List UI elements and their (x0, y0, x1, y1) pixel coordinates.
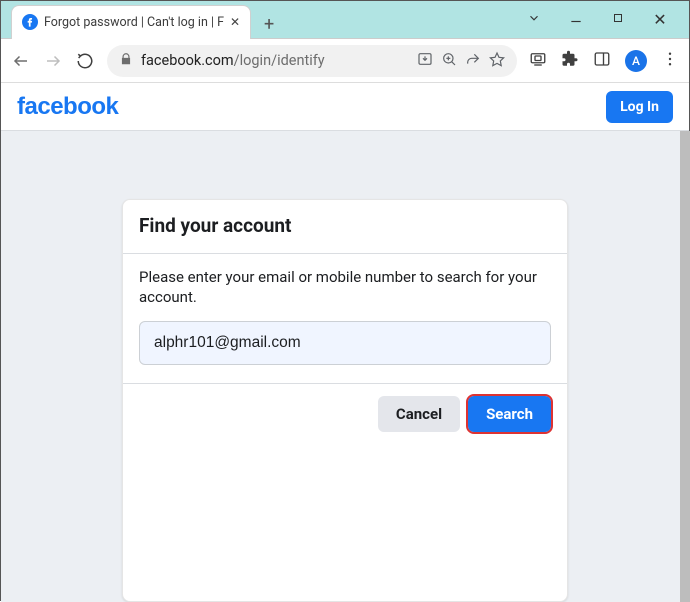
facebook-favicon-icon (22, 14, 38, 30)
tab-title: Forgot password | Can't log in | F (44, 15, 224, 30)
minimize-icon[interactable] (561, 11, 591, 29)
sidepanel-icon[interactable] (593, 50, 611, 72)
lock-icon (119, 52, 133, 70)
maximize-icon[interactable] (603, 12, 633, 28)
new-tab-button[interactable]: + (255, 11, 283, 39)
toolbar-right-icons: A (529, 50, 679, 72)
reload-icon[interactable] (75, 52, 95, 70)
forward-icon[interactable] (43, 52, 63, 70)
card-body: Please enter your email or mobile number… (123, 254, 567, 383)
card-footer: Cancel Search (123, 383, 567, 448)
cast-icon[interactable] (529, 50, 547, 72)
star-icon[interactable] (489, 51, 505, 71)
cancel-button[interactable]: Cancel (378, 396, 460, 432)
card-title: Find your account (123, 200, 567, 254)
find-account-card: Find your account Please enter your emai… (122, 199, 568, 602)
browser-toolbar: facebook.com/login/identify A (1, 39, 689, 83)
window-controls: ✕ (519, 10, 683, 29)
login-button[interactable]: Log In (606, 91, 673, 123)
search-button[interactable]: Search (468, 396, 551, 432)
kebab-menu-icon[interactable] (661, 50, 679, 72)
facebook-header: facebook Log In (1, 83, 689, 131)
url-host: facebook.com (141, 52, 234, 69)
close-window-icon[interactable]: ✕ (645, 10, 675, 29)
url-text: facebook.com/login/identify (141, 52, 409, 69)
zoom-icon[interactable] (441, 51, 457, 71)
close-tab-icon[interactable]: ✕ (230, 15, 240, 29)
back-icon[interactable] (11, 52, 31, 70)
url-path: /login/identify (234, 52, 325, 69)
facebook-logo[interactable]: facebook (17, 93, 118, 121)
address-bar[interactable]: facebook.com/login/identify (107, 45, 517, 77)
window-titlebar: Forgot password | Can't log in | F ✕ + ✕ (1, 1, 689, 39)
share-icon[interactable] (465, 51, 481, 71)
content-area: Find your account Please enter your emai… (1, 131, 689, 602)
browser-tab[interactable]: Forgot password | Can't log in | F ✕ (11, 5, 251, 39)
install-icon[interactable] (417, 51, 433, 71)
email-input[interactable] (139, 321, 551, 365)
tab-strip: Forgot password | Can't log in | F ✕ + (7, 1, 283, 39)
chevron-down-icon[interactable] (519, 11, 549, 29)
extensions-icon[interactable] (561, 50, 579, 72)
profile-avatar[interactable]: A (625, 50, 647, 72)
avatar-letter: A (632, 54, 640, 68)
card-prompt: Please enter your email or mobile number… (139, 268, 551, 307)
